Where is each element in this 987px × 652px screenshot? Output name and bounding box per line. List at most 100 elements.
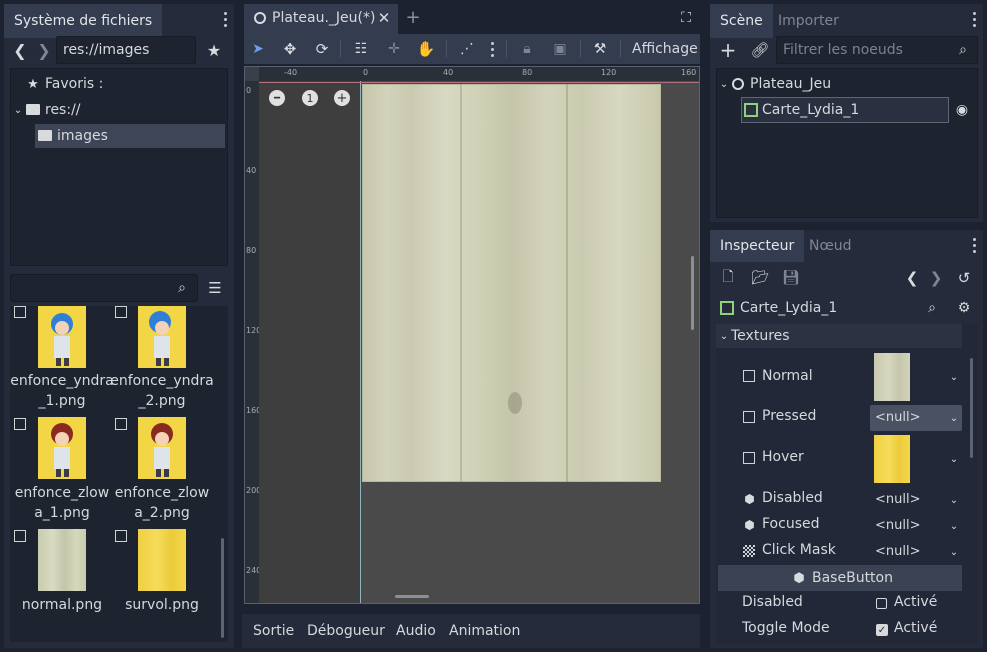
fullscreen-icon[interactable]: ⛶ [678,9,694,27]
prop-pressed-label: Pressed [762,408,817,424]
bone-icon[interactable]: ⚒ [591,40,609,58]
ruler-h-label: 0 [363,68,369,77]
ruler-v-label: 40 [246,166,257,175]
ruler-v-label: 80 [246,246,257,255]
history-icon[interactable]: ↺ [955,269,973,287]
new-resource-icon[interactable]: 🗋 [720,269,736,287]
tab-inspector[interactable]: Inspecteur [710,230,805,262]
file-label: enfonce_zlow a_1.png [14,485,110,521]
cube-icon: ⬢ [793,570,805,586]
checkbox-unchecked[interactable] [876,598,887,609]
filesystem-menu-icon[interactable] [224,12,228,30]
object-properties-icon[interactable]: ⚙ [956,299,972,317]
file-type-icon [115,306,127,318]
rotate-tool-icon[interactable]: ⟳ [313,40,331,58]
move-tool-icon[interactable]: ✥ [281,40,299,58]
scene-root-node[interactable]: Plateau_Jeu [750,74,831,94]
tab-scene[interactable]: Scène [710,4,773,38]
list-view-icon[interactable]: ☰ [206,279,224,297]
chevron-down-icon[interactable]: ⌄ [948,451,960,467]
tab-animation[interactable]: Animation [449,614,520,648]
tree-images-folder[interactable]: images [57,126,108,146]
file-thumb-enfonce-yndra-2[interactable] [138,306,186,368]
folder-icon [38,130,52,141]
file-type-icon [14,418,26,430]
chevron-down-icon[interactable]: ⌄ [718,76,730,92]
inspector-menu-icon[interactable] [973,238,977,256]
visibility-eye-icon[interactable]: ◉ [953,102,971,118]
tab-output[interactable]: Sortie [253,614,294,648]
link-icon[interactable]: 🔗︎ [750,40,769,60]
cube-icon: ⬢ [744,492,755,506]
tab-import[interactable]: Importer [768,4,849,38]
wood-grain-line [566,84,568,482]
prop-bb-disabled-label: Disabled [742,594,803,610]
forward-arrow-icon[interactable]: ❯ [36,40,52,60]
viewport-scrollbar-h[interactable] [395,595,429,598]
file-thumb-normal[interactable] [38,529,86,591]
texture-prop-icon [743,411,755,423]
file-thumb-survol[interactable] [138,529,186,591]
prop-toggle-mode-value: Activé [894,620,938,636]
prop-hover-texture[interactable] [874,435,910,483]
list-select-icon[interactable]: ☷ [352,40,370,58]
history-back-icon[interactable]: ❮ [905,269,919,287]
file-thumb-enfonce-yndra-1[interactable] [38,306,86,368]
zoom-out-icon[interactable]: ━ [269,90,285,106]
lock-icon[interactable]: 🔒︎ [519,40,535,58]
prop-focused-value[interactable]: <null> [875,518,921,533]
snap-icon[interactable]: ⋰ [458,40,476,58]
tree-res-root[interactable]: res:// [45,100,81,120]
section-basebutton-label: BaseButton [812,570,893,586]
scene-menu-icon[interactable] [973,12,977,30]
chevron-down-icon[interactable]: ⌄ [948,492,960,508]
add-tab-icon[interactable]: + [404,7,422,28]
chevron-down-icon[interactable]: ⌄ [948,518,960,534]
tab-audio[interactable]: Audio [396,614,436,648]
checkbox-checked[interactable]: ✓ [876,624,888,636]
character-blue-icon [149,311,171,366]
ruler-v-label: 0 [246,86,252,95]
file-thumb-enfonce-zlowa-1[interactable] [38,417,86,479]
prop-disabled-value[interactable]: <null> [875,492,921,507]
pan-tool-icon[interactable]: ✋ [417,40,436,58]
chevron-down-icon[interactable]: ⌄ [12,102,24,118]
select-tool-icon[interactable]: ➤ [250,40,266,58]
tab-filesystem[interactable]: Système de fichiers [4,4,163,38]
view-menu[interactable]: Affichage [632,39,698,59]
inspector-scrollbar[interactable] [970,358,973,458]
cube-icon: ⬢ [744,518,755,532]
history-forward-icon[interactable]: ❯ [929,269,943,287]
tab-node[interactable]: Nœud [799,230,862,262]
close-icon[interactable]: ✕ [376,9,392,27]
search-icon: ⌕ [959,42,967,58]
tree-favorites[interactable]: Favoris : [45,74,103,94]
chevron-down-icon[interactable]: ⌄ [948,410,960,426]
prop-clickmask-value[interactable]: <null> [875,544,921,559]
prop-normal-texture[interactable] [874,353,910,401]
back-arrow-icon[interactable]: ❮ [12,40,28,60]
property-search-icon[interactable]: ⌕ [924,299,940,317]
scene-child-node[interactable]: Carte_Lydia_1 [762,100,859,120]
file-thumb-enfonce-zlowa-2[interactable] [138,417,186,479]
prop-clickmask-label: Click Mask [762,542,836,558]
node-filter-input[interactable]: Filtrer les noeuds [776,36,978,64]
group-icon[interactable]: ▣ [551,40,569,58]
file-grid-scrollbar[interactable] [221,538,224,638]
viewport-scrollbar-v[interactable] [691,256,694,330]
add-node-icon[interactable]: + [718,38,738,62]
chevron-down-icon[interactable]: ⌄ [948,369,960,385]
tab-debugger[interactable]: Débogueur [307,614,385,648]
zoom-in-icon[interactable]: + [334,90,350,106]
save-icon[interactable]: 💾︎ [782,269,800,287]
prop-disabled-label: Disabled [762,490,823,506]
open-folder-icon[interactable]: 📂︎ [751,269,769,287]
file-search-input[interactable] [10,274,198,302]
chevron-down-icon[interactable]: ⌄ [948,544,960,560]
favorite-star-icon[interactable]: ★ [204,40,224,60]
snap-options-icon[interactable] [491,42,495,60]
pivot-tool-icon[interactable]: ✛ [385,40,403,58]
wood-card-sprite[interactable] [362,84,661,482]
path-input[interactable]: res://images [56,36,196,64]
zoom-reset-button[interactable]: 1 [302,90,318,106]
